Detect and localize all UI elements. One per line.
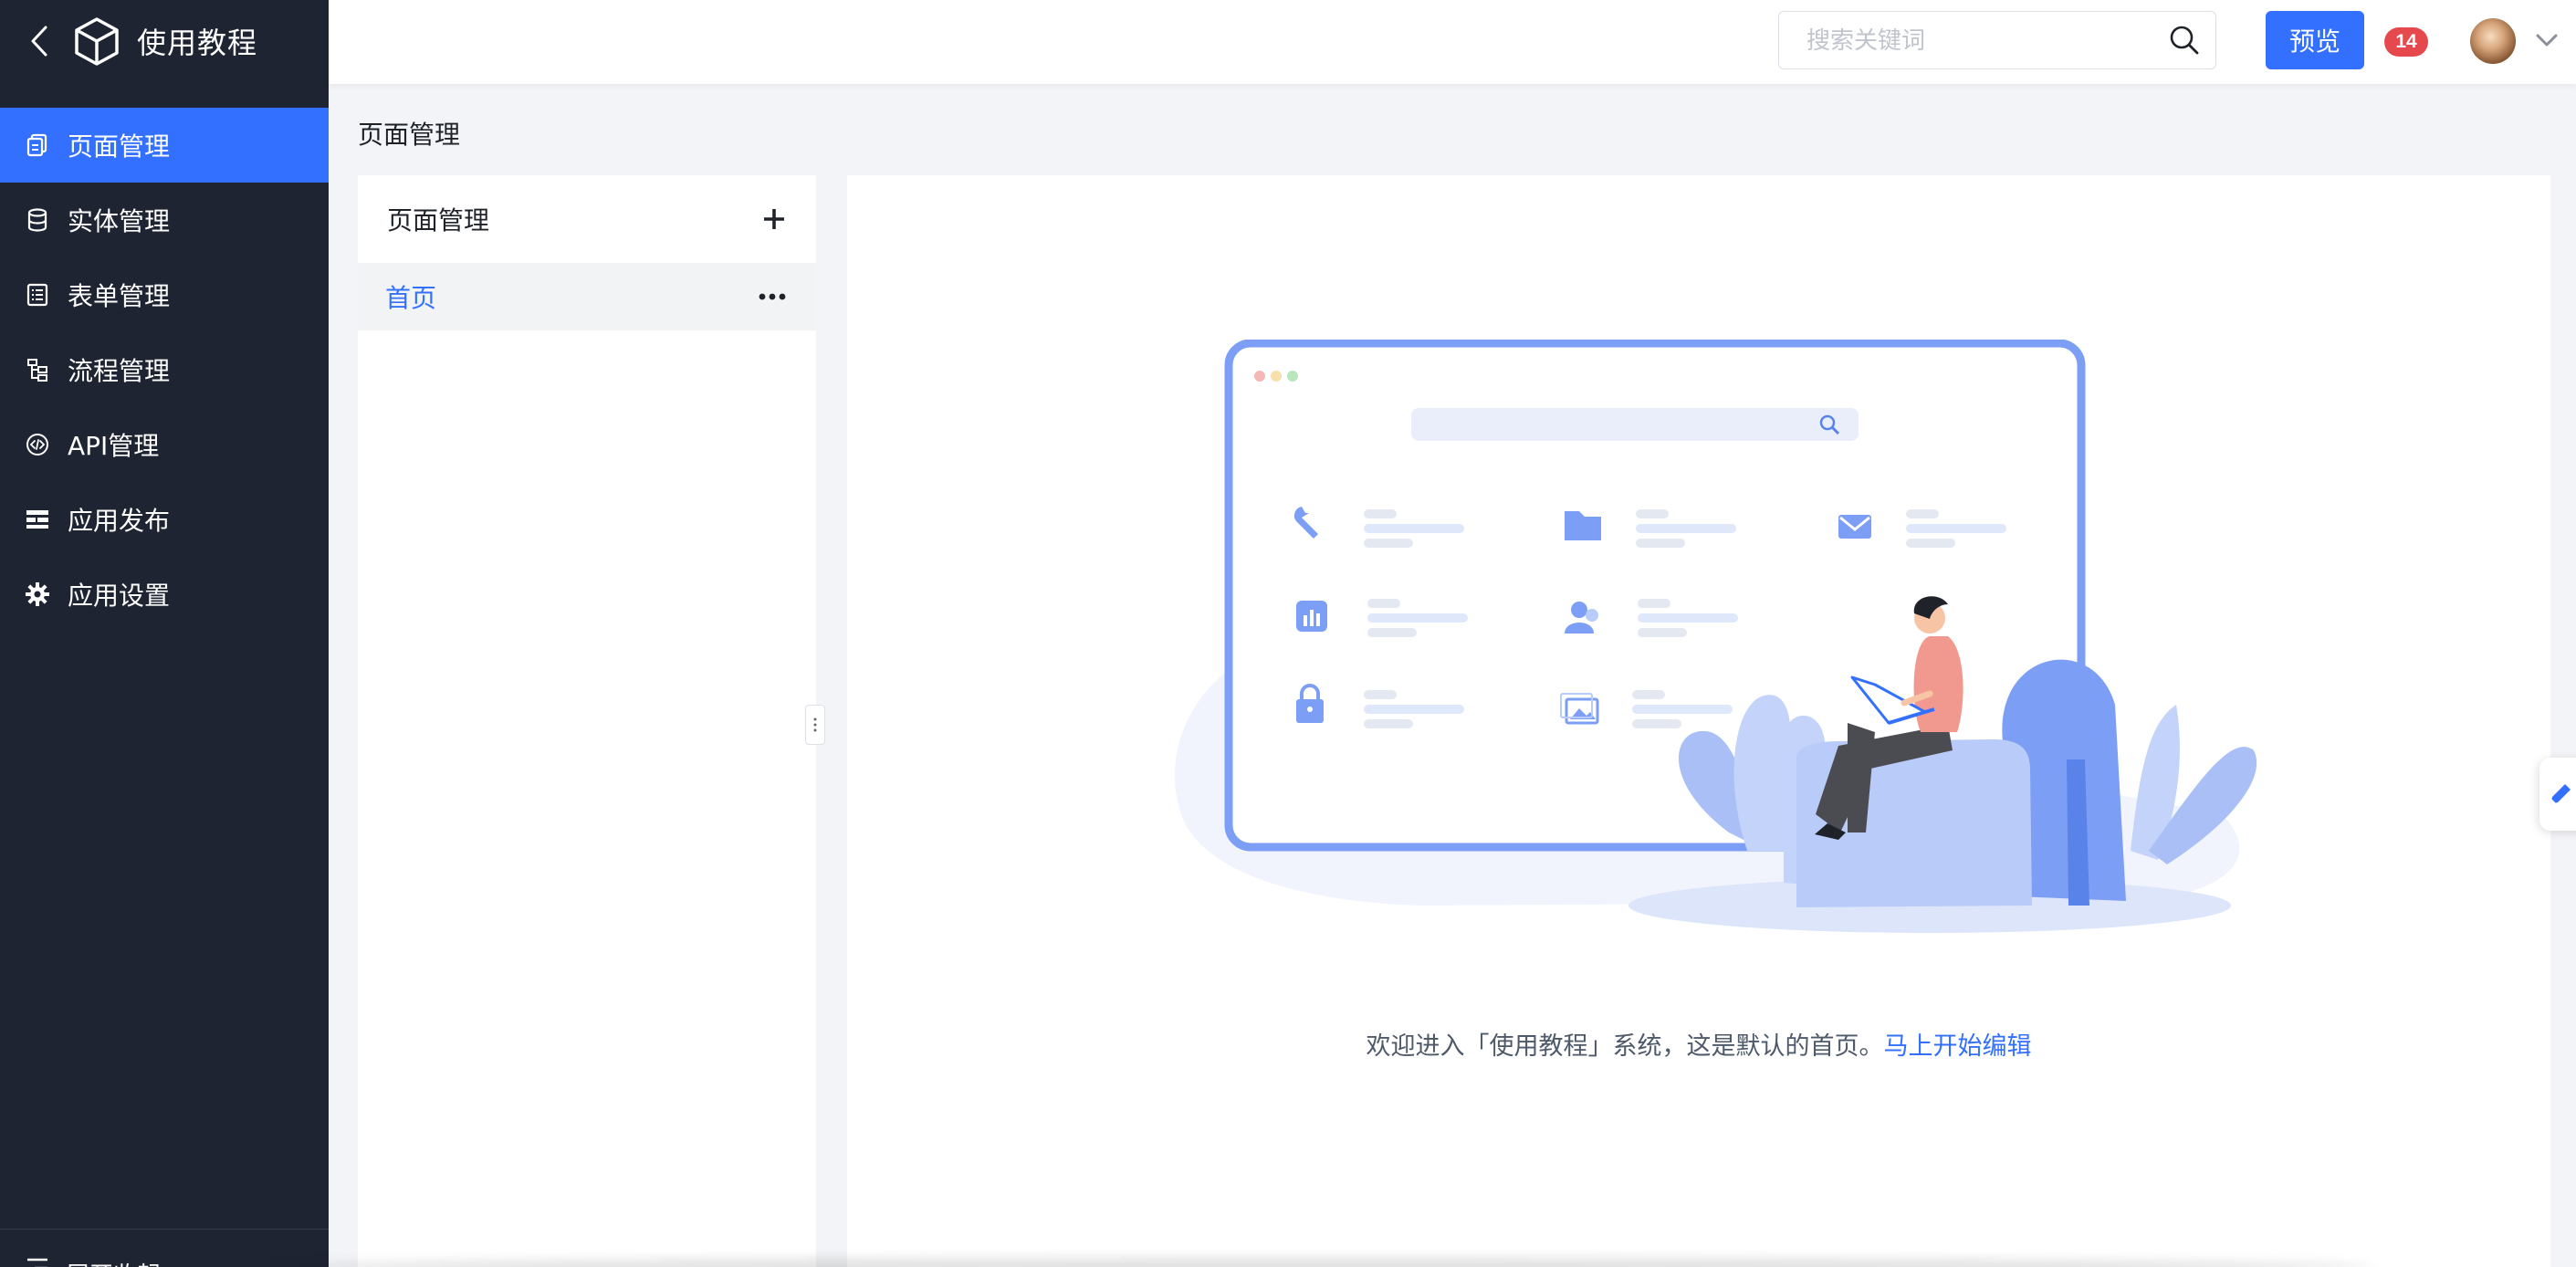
more-options-icon[interactable]: [754, 288, 791, 306]
api-icon: [26, 433, 49, 456]
sidebar-menu: 页面管理 实体管理 表单管理 流程管理 API管理 应用发布 应用设置: [0, 108, 329, 632]
sidebar-item-app-settings[interactable]: 应用设置: [0, 557, 329, 632]
page-list-item[interactable]: 首页: [358, 263, 816, 330]
flow-icon: [26, 358, 49, 382]
plus-icon: [764, 209, 784, 229]
panel-header: 页面管理: [358, 175, 816, 263]
search-box: [1778, 11, 2216, 69]
page-list-item-label: 首页: [385, 283, 437, 313]
welcome-message: 欢迎进入「使用教程」系统，这是默认的首页。马上开始编辑: [847, 1026, 2550, 1062]
sidebar-item-label: 表单管理: [68, 281, 171, 311]
preview-button[interactable]: 预览: [2266, 11, 2364, 69]
notification-badge[interactable]: 14: [2384, 27, 2428, 57]
sidebar-item-app-publish[interactable]: 应用发布: [0, 482, 329, 557]
publish-icon: [26, 508, 49, 531]
start-editing-link[interactable]: 马上开始编辑: [1884, 1032, 2032, 1061]
page-list-panel: 页面管理 首页: [358, 175, 816, 1267]
sidebar-item-label: 流程管理: [68, 356, 171, 386]
sidebar-item-label: 应用发布: [68, 506, 171, 536]
sidebar-item-label: 应用设置: [68, 581, 171, 611]
main-canvas: 欢迎进入「使用教程」系统，这是默认的首页。马上开始编辑: [847, 175, 2550, 1267]
page-icon: [26, 133, 49, 157]
sidebar-item-label: 实体管理: [68, 206, 171, 236]
sidebar-item-form-management[interactable]: 表单管理: [0, 257, 329, 332]
search-input[interactable]: [1806, 26, 2166, 55]
sidebar-collapse-label: 展开收起: [66, 1257, 161, 1267]
sidebar-collapse-toggle[interactable]: 展开收起: [0, 1229, 329, 1267]
form-icon: [26, 283, 49, 307]
sidebar-item-api-management[interactable]: API管理: [0, 407, 329, 482]
search-icon[interactable]: [2166, 22, 2203, 58]
avatar[interactable]: [2470, 18, 2516, 64]
sidebar-header: 使用教程: [0, 0, 329, 82]
chevron-down-icon[interactable]: [2530, 24, 2563, 57]
welcome-illustration: [1145, 339, 2286, 997]
top-bar: 预览 14: [329, 0, 2576, 84]
sidebar-item-label: API管理: [68, 431, 160, 461]
panel-title: 页面管理: [387, 205, 490, 236]
app-title: 使用教程: [137, 26, 258, 60]
sidebar-item-entity-management[interactable]: 实体管理: [0, 183, 329, 257]
drag-dots-icon: [813, 717, 817, 732]
pencil-icon: [2550, 784, 2571, 804]
sidebar-item-label: 页面管理: [68, 131, 171, 162]
sidebar-item-page-management[interactable]: 页面管理: [0, 108, 329, 183]
sidebar: 使用教程 页面管理 实体管理 表单管理 流程管理 API管理 应用发布 应用设置: [0, 0, 329, 1267]
add-page-button[interactable]: [758, 203, 791, 236]
page-title: 页面管理: [358, 120, 461, 150]
sidebar-item-flow-management[interactable]: 流程管理: [0, 332, 329, 407]
collapse-menu-icon: [26, 1257, 49, 1267]
database-icon: [26, 208, 49, 232]
back-arrow-icon[interactable]: [26, 23, 53, 59]
gear-icon: [26, 582, 49, 606]
floating-edit-button[interactable]: [2539, 758, 2576, 831]
welcome-text: 欢迎进入「使用教程」系统，这是默认的首页。: [1366, 1032, 1884, 1061]
panel-resize-handle[interactable]: [805, 705, 825, 745]
app-logo-cube-icon: [73, 16, 124, 67]
